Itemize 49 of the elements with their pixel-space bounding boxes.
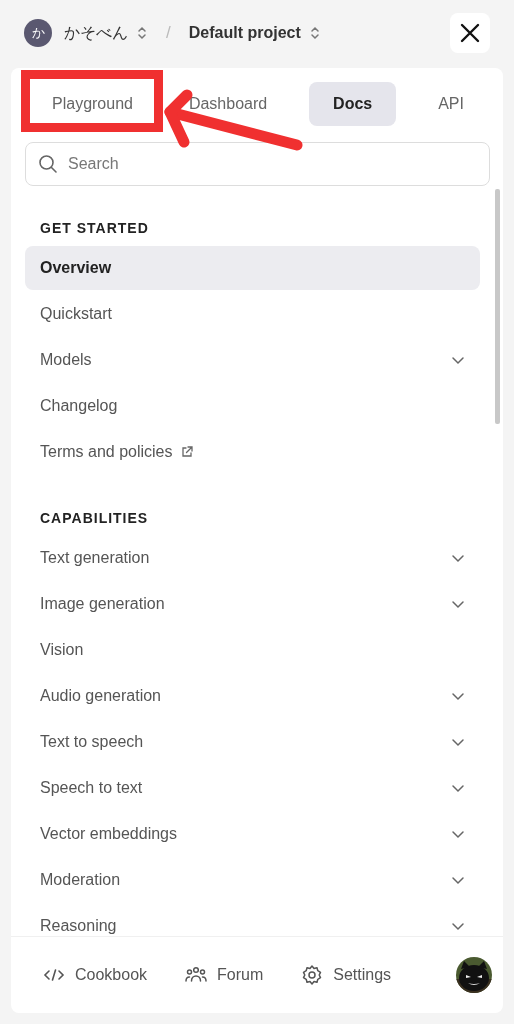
nav-item[interactable]: Text to speech (25, 720, 480, 764)
nav-tab[interactable]: API (424, 82, 478, 126)
nav-item[interactable]: Vector embeddings (25, 812, 480, 856)
chevron-updown-icon[interactable] (136, 25, 148, 41)
nav-item[interactable]: Image generation (25, 582, 480, 626)
settings-icon (301, 964, 324, 986)
nav-item[interactable]: Terms and policies (25, 430, 480, 474)
nav-item-label: Changelog (40, 397, 118, 415)
chevron-updown-icon[interactable] (308, 25, 321, 41)
nav-item-label: Terms and policies (40, 443, 173, 461)
nav-item[interactable]: Changelog (25, 384, 480, 428)
nav-item-label: Audio generation (40, 687, 161, 705)
scrollbar[interactable] (495, 189, 500, 424)
nav-item-label: Text generation (40, 549, 150, 567)
nav-item[interactable]: Vision (25, 628, 480, 672)
org-name[interactable]: かそべん (64, 22, 128, 44)
external-link-icon (180, 446, 193, 458)
nav-item[interactable]: Speech to text (25, 766, 480, 810)
nav-item[interactable]: Overview (25, 246, 480, 290)
nav-item[interactable]: Moderation (25, 858, 480, 902)
nav-tab[interactable]: Docs (309, 82, 397, 126)
nav-item[interactable]: Reasoning (25, 904, 480, 936)
nav-item-label: Speech to text (40, 779, 143, 797)
org-avatar[interactable]: か (24, 19, 52, 47)
project-name[interactable]: Default project (188, 24, 301, 42)
nav-item-label: Moderation (40, 871, 121, 889)
nav-item[interactable]: Audio generation (25, 674, 480, 718)
close-button[interactable] (450, 13, 490, 53)
nav-item-label: Image generation (40, 595, 165, 613)
breadcrumb-separator: / (166, 23, 171, 43)
nav-item[interactable]: Text generation (25, 536, 480, 580)
close-icon (459, 22, 481, 44)
footer-link[interactable]: Settings (295, 958, 398, 992)
nav-item-label: Vector embeddings (40, 825, 177, 843)
nav-item-label: Overview (40, 259, 112, 277)
search-field[interactable]: Search (25, 142, 490, 186)
footer-link[interactable]: Cookbook (37, 958, 154, 992)
nav-item[interactable]: Quickstart (25, 292, 480, 336)
nav-tab[interactable]: Dashboard (174, 82, 282, 126)
nav-item-label: Vision (40, 641, 84, 659)
nav-item-label: Quickstart (40, 305, 112, 323)
section-heading: CAPABILITIES (39, 509, 150, 528)
section-heading: GET STARTED (39, 219, 150, 238)
nav-item-label: Reasoning (40, 917, 117, 935)
footer-link[interactable]: Forum (179, 958, 270, 992)
nav-item-label: Models (40, 351, 92, 369)
nav-item[interactable]: Models (25, 338, 480, 382)
nav-item-label: Text to speech (40, 733, 144, 751)
search-icon (37, 153, 59, 175)
